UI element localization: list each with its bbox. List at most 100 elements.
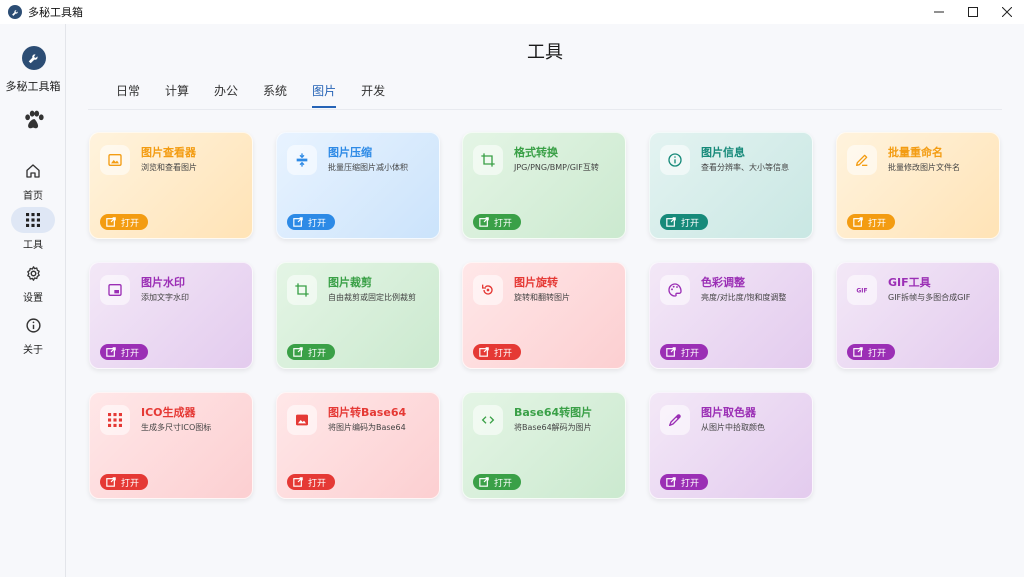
paw-icon[interactable] — [23, 110, 45, 130]
tool-desc: 查看分辨率、大小等信息 — [701, 163, 789, 172]
open-button[interactable]: 打开 — [473, 214, 522, 230]
open-button[interactable]: 打开 — [660, 344, 709, 360]
tool-card-format-convert[interactable]: 格式转换 JPG/PNG/BMP/GIF互转 打开 — [462, 132, 626, 239]
open-button[interactable]: 打开 — [287, 214, 336, 230]
tab-office[interactable]: 办公 — [214, 82, 238, 108]
tool-card-image-rotate[interactable]: 图片旋转 旋转和翻转图片 打开 — [462, 262, 626, 369]
tool-card-ico-generator[interactable]: ICO生成器 生成多尺寸ICO图标 打开 — [89, 392, 253, 499]
open-button[interactable]: 打开 — [847, 214, 896, 230]
open-external-icon — [666, 217, 676, 227]
open-button[interactable]: 打开 — [287, 344, 336, 360]
maximize-button[interactable] — [956, 0, 990, 24]
tabs-divider — [88, 109, 1002, 110]
open-button-label: 打开 — [681, 478, 700, 489]
tool-title: 图片压缩 — [328, 146, 372, 159]
tool-desc: 亮度/对比度/饱和度调整 — [701, 293, 787, 302]
minimize-button[interactable] — [922, 0, 956, 24]
open-external-icon — [853, 347, 863, 357]
nav-item-tools[interactable]: 工具 — [0, 207, 66, 255]
gif-icon: GIF — [847, 275, 877, 305]
tool-card-gif-tool[interactable]: GIF GIF工具 GIF拆帧与多图合成GIF 打开 — [836, 262, 1000, 369]
open-button-label: 打开 — [308, 348, 327, 359]
open-button[interactable]: 打开 — [100, 214, 149, 230]
tool-desc: 批量压缩图片减小体积 — [328, 163, 408, 172]
tool-card-watermark[interactable]: 图片水印 添加文字水印 打开 — [89, 262, 253, 369]
open-button[interactable]: 打开 — [660, 214, 709, 230]
image-icon — [287, 405, 317, 435]
tool-title: 图片转Base64 — [328, 406, 407, 419]
tool-title: 图片裁剪 — [328, 276, 372, 289]
tool-title: 图片旋转 — [514, 276, 558, 289]
info-icon — [25, 317, 41, 333]
tool-card-base64-to-image[interactable]: Base64转图片 将Base64解码为图片 打开 — [462, 392, 626, 499]
nav-item-about[interactable]: 关于 — [0, 312, 66, 360]
tool-desc: 从图片中拾取颜色 — [701, 423, 765, 432]
sidebar-app-name: 多秘工具箱 — [5, 80, 61, 93]
tool-desc: 将图片编码为Base64 — [328, 423, 406, 432]
tool-card-color-picker[interactable]: 图片取色器 从图片中拾取颜色 打开 — [649, 392, 813, 499]
wrench-icon — [28, 54, 38, 64]
watermark-icon — [100, 275, 130, 305]
tool-card-image-to-base64[interactable]: 图片转Base64 将图片编码为Base64 打开 — [276, 392, 440, 499]
tool-desc: 旋转和翻转图片 — [514, 293, 570, 302]
tool-title: 图片水印 — [141, 276, 185, 289]
open-button[interactable]: 打开 — [660, 474, 709, 490]
tool-card-image-viewer[interactable]: 图片查看器 浏览和查看图片 打开 — [89, 132, 253, 239]
tab-dev[interactable]: 开发 — [361, 82, 385, 108]
pencil-icon — [847, 145, 877, 175]
tab-daily[interactable]: 日常 — [116, 82, 140, 108]
open-button-label: 打开 — [681, 348, 700, 359]
open-button-label: 打开 — [494, 348, 513, 359]
open-button[interactable]: 打开 — [100, 474, 149, 490]
sidebar: 多秘工具箱 首页 工具 设置 关于 — [0, 24, 66, 577]
tool-card-batch-rename[interactable]: 批量重命名 批量修改图片文件名 打开 — [836, 132, 1000, 239]
maximize-icon — [968, 7, 978, 17]
crop-icon — [287, 275, 317, 305]
tool-desc: GIF拆帧与多图合成GIF — [888, 293, 971, 302]
home-icon — [26, 164, 40, 178]
tool-card-image-compress[interactable]: 图片压缩 批量压缩图片减小体积 打开 — [276, 132, 440, 239]
main-content: 工具 日常 计算 办公 系统 图片 开发 图片查看器 浏览和查看图片 打开 图片… — [66, 24, 1024, 577]
tool-desc: 自由裁剪或固定比例裁剪 — [328, 293, 416, 302]
tool-card-image-info[interactable]: 图片信息 查看分辨率、大小等信息 打开 — [649, 132, 813, 239]
tab-system[interactable]: 系统 — [263, 82, 287, 108]
tool-title: 图片信息 — [701, 146, 745, 159]
open-external-icon — [479, 217, 489, 227]
close-button[interactable] — [990, 0, 1024, 24]
tab-image[interactable]: 图片 — [312, 82, 337, 108]
nav-label-home: 首页 — [23, 191, 43, 202]
open-button[interactable]: 打开 — [473, 474, 522, 490]
open-button-label: 打开 — [121, 218, 140, 229]
image-icon — [100, 145, 130, 175]
window-title: 多秘工具箱 — [28, 6, 83, 19]
title-bar: 多秘工具箱 — [0, 0, 1024, 24]
nav-item-home[interactable]: 首页 — [0, 158, 66, 206]
open-button-label: 打开 — [868, 348, 887, 359]
open-button[interactable]: 打开 — [100, 344, 149, 360]
nav-item-settings[interactable]: 设置 — [0, 260, 66, 308]
open-button-label: 打开 — [308, 478, 327, 489]
palette-icon — [660, 275, 690, 305]
open-button-label: 打开 — [121, 478, 140, 489]
tool-desc: 添加文字水印 — [141, 293, 189, 302]
open-external-icon — [293, 347, 303, 357]
tool-card-image-crop[interactable]: 图片裁剪 自由裁剪或固定比例裁剪 打开 — [276, 262, 440, 369]
grid-icon — [26, 213, 40, 227]
tool-desc: 生成多尺寸ICO图标 — [141, 423, 212, 432]
tool-title: GIF工具 — [888, 276, 931, 289]
open-button[interactable]: 打开 — [473, 344, 522, 360]
app-logo-icon — [8, 5, 22, 19]
apps-grid-icon — [100, 405, 130, 435]
tool-card-color-adjust[interactable]: 色彩调整 亮度/对比度/饱和度调整 打开 — [649, 262, 813, 369]
gear-icon — [26, 265, 40, 281]
open-button[interactable]: 打开 — [287, 474, 336, 490]
open-button[interactable]: 打开 — [847, 344, 896, 360]
app-logo — [22, 46, 46, 70]
open-external-icon — [106, 217, 116, 227]
rotate-icon — [473, 275, 503, 305]
tab-calculate[interactable]: 计算 — [165, 82, 189, 108]
tool-title: 批量重命名 — [888, 146, 943, 159]
close-icon — [1002, 7, 1012, 17]
tool-title: 图片查看器 — [141, 146, 196, 159]
compress-icon — [287, 145, 317, 175]
